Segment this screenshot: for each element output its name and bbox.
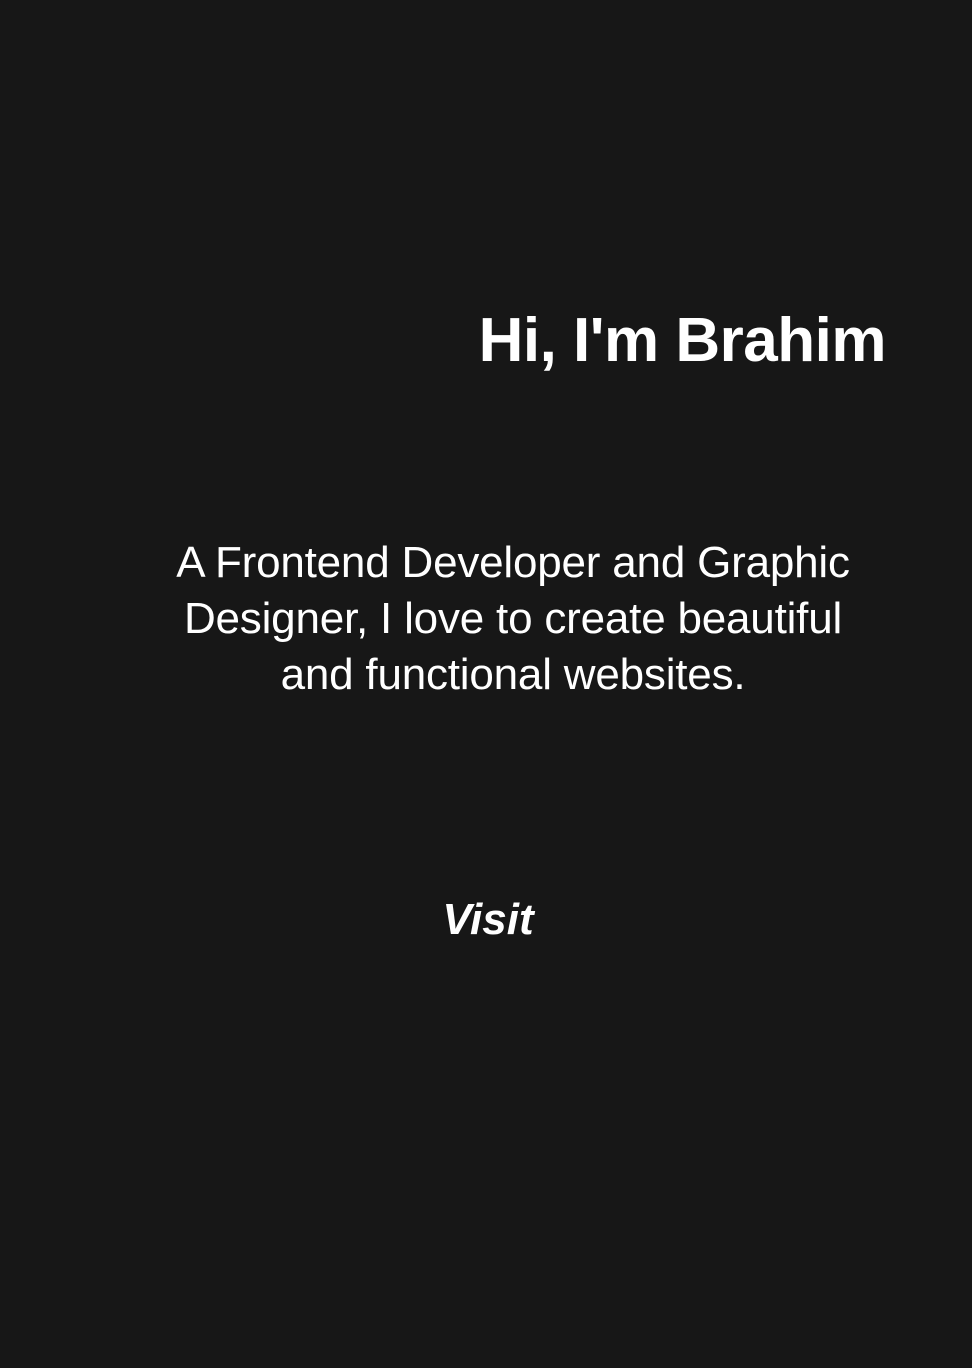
hero-description: A Frontend Developer and Graphic Designe… xyxy=(176,538,850,699)
hero-page: Hi, I'm Brahim A Frontend Developer and … xyxy=(0,0,972,1368)
visit-link[interactable]: Visit xyxy=(438,888,538,952)
hero-title: Hi, I'm Brahim xyxy=(478,306,887,375)
